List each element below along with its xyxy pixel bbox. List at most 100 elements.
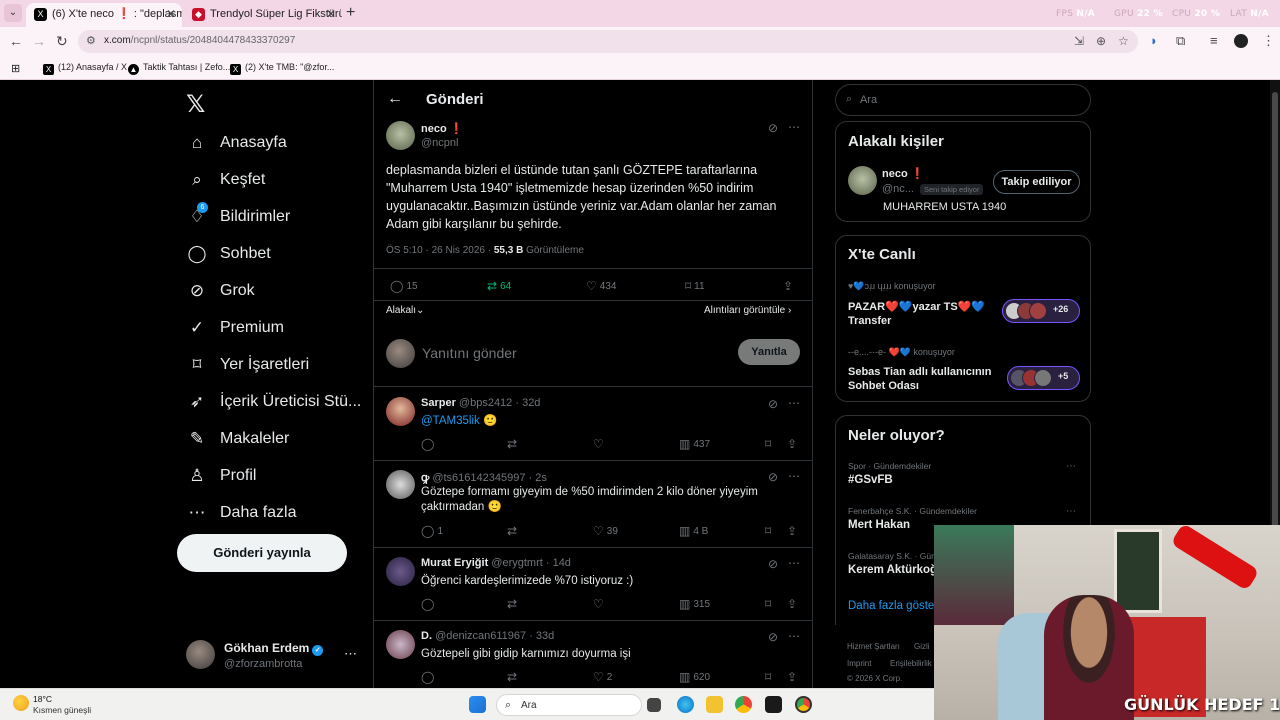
grok-icon[interactable]: ⊘ bbox=[768, 470, 778, 484]
bookmark-button[interactable]: ⌑ bbox=[765, 524, 774, 538]
reply-button[interactable]: ◯ bbox=[421, 670, 437, 684]
nav-item-grok[interactable]: ⊘ Grok bbox=[186, 278, 372, 308]
share-button[interactable]: ⇪ bbox=[787, 524, 800, 538]
close-tab-icon[interactable]: ✕ bbox=[166, 3, 176, 25]
views-button[interactable]: ▥ 620 bbox=[679, 670, 710, 684]
footer-link[interactable]: Hizmet Şartları bbox=[847, 642, 900, 651]
nav-item-explore[interactable]: ⌕ Keşfet bbox=[186, 167, 372, 197]
nav-item-more[interactable]: ⋯ Daha fazla bbox=[186, 500, 372, 530]
nav-item-articles[interactable]: ✎ Makaleler bbox=[186, 426, 372, 456]
share-button[interactable]: ⇪ bbox=[787, 437, 800, 451]
edge-icon[interactable] bbox=[677, 696, 694, 713]
space-title[interactable]: PAZAR❤️💙yazar TS❤️💙 Transfer bbox=[848, 300, 998, 328]
space-join-pill[interactable]: +26 bbox=[1002, 299, 1080, 323]
reply-author-name[interactable]: ꝙ @ts616142345997 · 2s bbox=[421, 470, 547, 485]
grok-icon[interactable]: ⊘ bbox=[768, 630, 778, 644]
grok-icon[interactable]: ⊘ bbox=[768, 397, 778, 411]
new-tab-button[interactable]: + bbox=[346, 4, 355, 22]
reply-author-name[interactable]: Murat Eryiğit @erygtmrt · 14d bbox=[421, 557, 571, 569]
sort-dropdown[interactable]: Alakalı⌄ bbox=[386, 305, 424, 316]
weather-temperature[interactable]: 18°C bbox=[33, 694, 52, 704]
chrome-active-icon[interactable] bbox=[795, 696, 812, 713]
share-button[interactable]: ⇪ bbox=[783, 279, 796, 293]
footer-link[interactable]: Gizli bbox=[914, 642, 930, 651]
chrome-menu-icon[interactable]: ⋮ bbox=[1262, 33, 1275, 49]
like-button[interactable]: ♡ bbox=[593, 597, 607, 611]
avatar[interactable] bbox=[386, 557, 415, 586]
nav-item-chat[interactable]: ◯ Sohbet bbox=[186, 241, 372, 271]
bookmark-item[interactable]: ▲ Taktik Tahtası | Zefo... bbox=[128, 62, 230, 75]
address-bar[interactable]: ⚙ x.com/ncpnl/status/2048404478433370297… bbox=[78, 30, 1138, 53]
bookmark-button[interactable]: ⌑ bbox=[765, 670, 774, 684]
reply-button[interactable]: ◯ 15 bbox=[390, 279, 418, 293]
profile-avatar-icon[interactable] bbox=[1234, 34, 1248, 48]
view-quotes-link[interactable]: Alıntıları görüntüle › bbox=[704, 305, 791, 316]
trend-name[interactable]: Mert Hakan bbox=[848, 519, 910, 531]
views-button[interactable]: ▥ 437 bbox=[679, 437, 710, 451]
views-button[interactable]: ▥ 315 bbox=[679, 597, 710, 611]
trend-name[interactable]: #GSvFB bbox=[848, 474, 893, 486]
avatar[interactable] bbox=[386, 397, 415, 426]
scrollbar-thumb[interactable] bbox=[1272, 92, 1278, 592]
footer-link[interactable]: Erişilebilirlik bbox=[890, 659, 932, 668]
account-switcher[interactable]: Gökhan Erdem ✓ @zforzambrotta ⋯ bbox=[186, 640, 371, 676]
more-options-icon[interactable]: ⋯ bbox=[788, 556, 801, 570]
install-icon[interactable]: ⇲ bbox=[1074, 34, 1084, 48]
post-button[interactable]: Gönderi yayınla bbox=[177, 534, 347, 572]
forward-icon[interactable]: → bbox=[32, 33, 46, 49]
bookmark-item[interactable]: X (2) X'te TMB: "@zfor... bbox=[230, 62, 334, 75]
start-windows-icon[interactable] bbox=[469, 696, 486, 713]
like-button[interactable]: ♡ 2 bbox=[593, 670, 612, 684]
bookmark-button[interactable]: ⌑ 11 bbox=[685, 279, 705, 293]
more-options-icon[interactable]: ⋯ bbox=[788, 469, 801, 483]
nav-item-profile[interactable]: ♙ Profil bbox=[186, 463, 372, 493]
following-button[interactable]: Takip ediliyor bbox=[993, 170, 1080, 194]
repost-button[interactable]: ⇄ bbox=[507, 437, 520, 451]
views-button[interactable]: ▥ 4 B bbox=[679, 524, 708, 538]
nav-item-notifications[interactable]: ♢ 6 Bildirimler bbox=[186, 202, 372, 234]
post-author-handle[interactable]: @ncpnl bbox=[421, 137, 458, 149]
app-icon[interactable] bbox=[765, 696, 782, 713]
nav-item-premium[interactable]: ✓ Premium bbox=[186, 315, 372, 345]
space-title[interactable]: Sebas Tian adlı kullanıcının Sohbet Odas… bbox=[848, 365, 1003, 393]
trend-name[interactable]: Kerem Aktürkoğ bbox=[848, 564, 937, 576]
nav-item-creator-studio[interactable]: ➶ İçerik Üreticisi Stü... bbox=[186, 389, 372, 419]
reply-author-name[interactable]: D. @denizcan611967 · 33d bbox=[421, 630, 554, 642]
repost-button[interactable]: ⇄ 64 bbox=[487, 279, 511, 293]
reply-author-name[interactable]: Sarper @bps2412 · 32d bbox=[421, 397, 540, 409]
taskbar-search[interactable]: ⌕ Ara bbox=[496, 694, 642, 716]
reply-button[interactable]: ◯ bbox=[421, 597, 437, 611]
repost-button[interactable]: ⇄ bbox=[507, 524, 520, 538]
post-author-name[interactable]: neco ❗ bbox=[421, 122, 463, 135]
related-name[interactable]: neco ❗ bbox=[882, 167, 924, 180]
star-icon[interactable]: ☆ bbox=[1118, 34, 1129, 48]
more-options-icon[interactable]: ⋯ bbox=[1066, 461, 1076, 472]
more-options-icon[interactable]: ⋯ bbox=[1066, 506, 1076, 517]
grok-icon[interactable]: ⊘ bbox=[768, 557, 778, 571]
grok-icon[interactable]: ⊘ bbox=[768, 121, 778, 135]
bookmark-button[interactable]: ⌑ bbox=[765, 437, 774, 451]
extensions-puzzle-icon[interactable]: ⧉ bbox=[1176, 33, 1185, 49]
zoom-icon[interactable]: ⊕ bbox=[1096, 34, 1106, 48]
nav-item-bookmarks[interactable]: ⌑ Yer İşaretleri bbox=[186, 352, 372, 382]
reading-list-icon[interactable]: ≡ bbox=[1210, 33, 1218, 48]
share-button[interactable]: ⇪ bbox=[787, 670, 800, 684]
back-icon[interactable]: ← bbox=[9, 33, 23, 49]
back-arrow-icon[interactable]: ← bbox=[387, 90, 403, 108]
bookmark-item[interactable]: X (12) Anasayfa / X bbox=[43, 62, 127, 75]
weather-sun-icon[interactable] bbox=[13, 695, 29, 711]
task-view-icon[interactable] bbox=[647, 698, 661, 712]
weather-description[interactable]: Kısmen güneşli bbox=[33, 705, 91, 715]
space-join-pill[interactable]: +5 bbox=[1007, 366, 1080, 390]
extension-icon[interactable]: ◗ bbox=[1150, 33, 1158, 48]
more-options-icon[interactable]: ⋯ bbox=[788, 396, 801, 410]
repost-button[interactable]: ⇄ bbox=[507, 670, 520, 684]
repost-button[interactable]: ⇄ bbox=[507, 597, 520, 611]
reply-button[interactable]: ◯ bbox=[421, 437, 437, 451]
bookmark-button[interactable]: ⌑ bbox=[765, 597, 774, 611]
like-button[interactable]: ♡ 39 bbox=[593, 524, 618, 538]
browser-tab[interactable]: ◆ Trendyol Süper Lig Fikstürü ve F ✕ bbox=[184, 3, 342, 27]
avatar[interactable] bbox=[386, 470, 415, 499]
related-handle[interactable]: @nc... bbox=[882, 183, 914, 195]
nav-item-home[interactable]: ⌂ Anasayfa bbox=[186, 130, 372, 160]
